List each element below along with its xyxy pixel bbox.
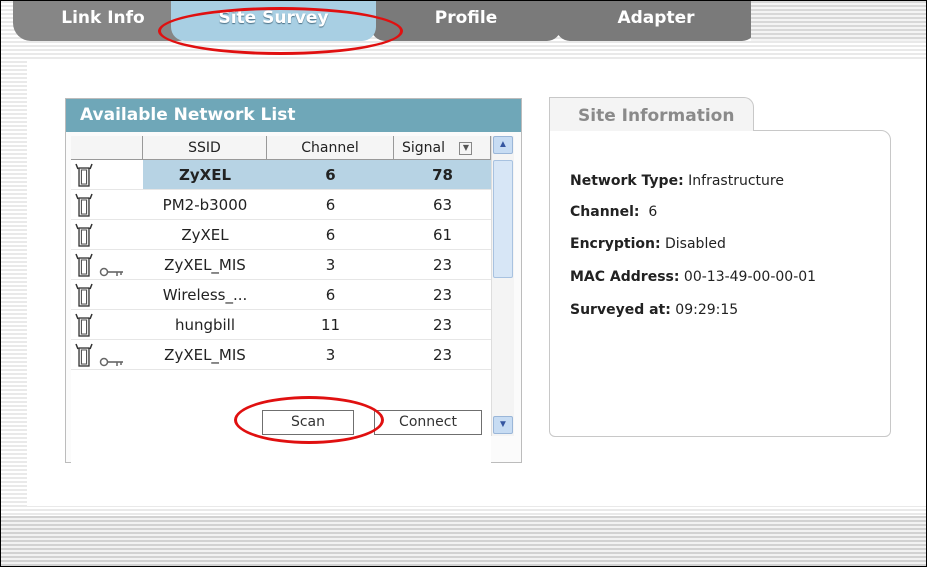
info-encryption-value: Disabled [665,236,726,252]
access-point-icon [75,283,93,307]
network-row[interactable]: hungbill 11 23 [71,310,491,340]
network-channel: 6 [267,280,394,310]
network-table: SSID Channel Signal ▼ ZyXEL 6 78 PM2-b3000 6… [71,136,491,491]
network-row-icons [71,190,143,220]
tab-bar-filler [751,1,926,41]
network-list-panel: Available Network List SSID Channel Sign… [65,98,522,491]
access-point-icon [75,223,93,247]
network-channel: 6 [267,160,394,190]
info-surveyed-at-label: Surveyed at: [570,302,671,318]
info-mac-address-label: MAC Address: [570,269,680,285]
connect-button[interactable]: Connect [374,410,482,435]
access-point-icon [75,253,93,277]
network-ssid: PM2-b3000 [143,190,267,220]
network-signal: 23 [394,280,491,310]
info-channel: Channel: 6 [570,204,657,220]
network-row[interactable]: ZyXEL 6 78 [71,160,491,190]
column-header-icon [71,136,143,160]
info-encryption: Encryption: Disabled [570,236,726,252]
site-information-tab: Site Information [549,97,754,131]
network-ssid: hungbill [143,310,267,340]
info-channel-label: Channel: [570,204,640,220]
network-row[interactable]: ZyXEL_MIS 3 23 [71,250,491,280]
network-channel: 6 [267,190,394,220]
column-header-signal[interactable]: Signal ▼ [394,136,491,160]
tab-adapter[interactable]: Adapter [556,1,756,41]
scrollbar-thumb[interactable] [493,160,513,278]
encryption-key-icon [99,258,125,277]
network-row[interactable]: PM2-b3000 6 63 [71,190,491,220]
network-channel: 3 [267,250,394,280]
network-row-icons [71,250,143,280]
network-channel: 3 [267,340,394,370]
bottom-strip [1,516,926,566]
network-row-icons [71,340,143,370]
network-ssid: ZyXEL_MIS [143,340,267,370]
network-signal: 61 [394,220,491,250]
access-point-icon [75,193,93,217]
info-surveyed-at: Surveyed at: 09:29:15 [570,302,738,318]
access-point-icon [75,313,93,337]
column-header-channel[interactable]: Channel [267,136,394,160]
network-signal: 63 [394,190,491,220]
network-channel: 11 [267,310,394,340]
site-information-panel: Network Type: Infrastructure Channel: 6 … [549,130,891,437]
network-row-icons [71,310,143,340]
network-channel: 6 [267,220,394,250]
network-list-scrollbar[interactable]: ▲ ▼ [491,136,514,436]
network-ssid: ZyXEL [143,160,267,190]
network-ssid: ZyXEL [143,220,267,250]
access-point-icon [75,163,93,187]
tab-bar: Link Info Adapter Profile Site Survey [1,1,926,45]
scan-button[interactable]: Scan [262,410,354,435]
sort-dropdown-icon[interactable]: ▼ [459,141,473,155]
network-signal: 78 [394,160,491,190]
network-ssid: ZyXEL_MIS [143,250,267,280]
network-signal: 23 [394,310,491,340]
scroll-up-icon[interactable]: ▲ [493,136,513,154]
info-mac-address-value: 00-13-49-00-00-01 [683,269,817,285]
app-window: Link Info Adapter Profile Site Survey Av… [0,0,927,567]
network-list-title: Available Network List [66,99,521,132]
network-row[interactable]: Wireless_... 6 23 [71,280,491,310]
info-network-type: Network Type: Infrastructure [570,173,784,189]
network-signal: 23 [394,340,491,370]
info-encryption-label: Encryption: [570,236,661,252]
network-ssid: Wireless_... [143,280,267,310]
network-signal: 23 [394,250,491,280]
column-header-ssid[interactable]: SSID [143,136,267,160]
column-header-signal-label: Signal [402,140,446,156]
tab-profile[interactable]: Profile [371,1,561,41]
encryption-key-icon [99,348,125,367]
network-row[interactable]: ZyXEL 6 61 [71,220,491,250]
network-row[interactable]: ZyXEL_MIS 3 23 [71,340,491,370]
tab-link-info[interactable]: Link Info [13,1,193,41]
info-network-type-value: Infrastructure [688,173,784,189]
tab-site-survey[interactable]: Site Survey [171,1,376,41]
scroll-down-icon[interactable]: ▼ [493,416,513,434]
info-channel-value: 6 [648,204,658,220]
info-network-type-label: Network Type: [570,173,684,189]
network-row-icons [71,280,143,310]
info-surveyed-at-value: 09:29:15 [675,302,739,318]
access-point-icon [75,343,93,367]
network-row-icons [71,160,143,190]
network-row-icons [71,220,143,250]
info-mac-address: MAC Address: 00-13-49-00-00-01 [570,269,816,285]
